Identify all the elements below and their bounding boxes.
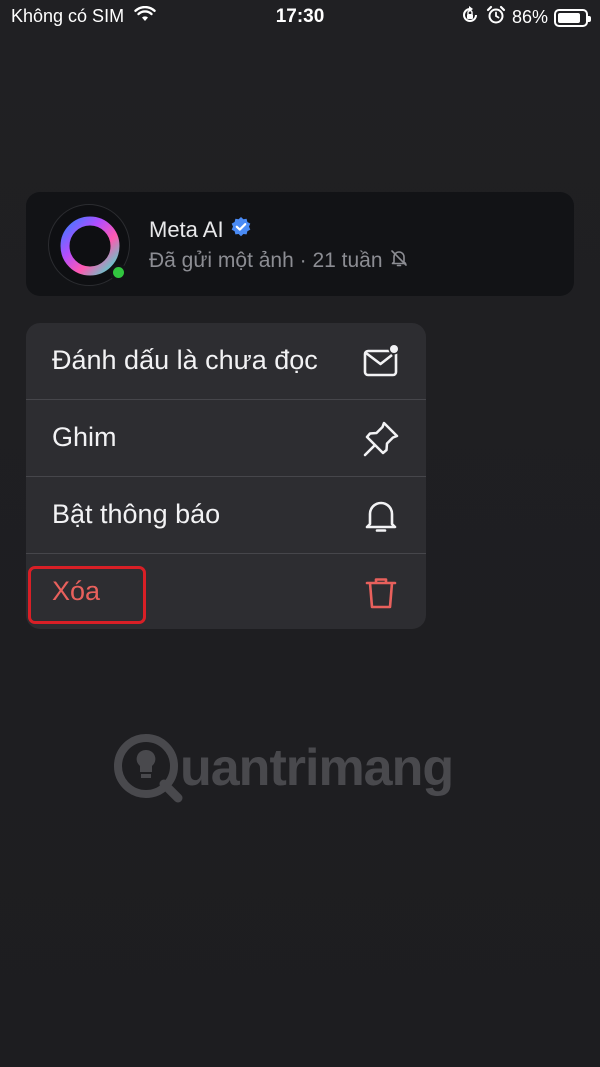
mail-unread-icon <box>362 343 400 381</box>
battery-fill <box>558 12 581 23</box>
bell-icon <box>362 497 400 535</box>
menu-item-enable-notifications[interactable]: Bật thông báo <box>26 477 426 554</box>
status-bar: Không có SIM 17:30 86% <box>0 0 600 34</box>
chat-name-row: Meta AI <box>149 216 252 243</box>
alarm-icon <box>486 5 506 30</box>
watermark-text: uantrimang <box>180 739 454 797</box>
battery-percent: 86% <box>511 7 548 27</box>
watermark: uantrimang <box>112 732 454 804</box>
chat-name: Meta AI <box>149 216 224 242</box>
chat-subtitle: Đã gửi một ảnh · 21 tuần <box>149 249 383 272</box>
menu-item-mark-unread[interactable]: Đánh dấu là chưa đọc <box>26 323 426 400</box>
battery-icon <box>554 8 591 27</box>
screen: Không có SIM 17:30 86% Meta AI Đã gửi mộ… <box>0 0 600 1067</box>
chat-subtitle-row: Đã gửi một ảnh · 21 tuần <box>149 248 409 274</box>
trash-icon <box>362 574 400 612</box>
bell-slash-icon <box>389 248 409 274</box>
pin-icon <box>362 420 400 458</box>
chat-preview-card[interactable]: Meta AI Đã gửi một ảnh · 21 tuần <box>26 192 574 296</box>
verified-badge-icon <box>230 216 252 243</box>
status-right: 86% <box>460 5 591 30</box>
menu-item-label: Bật thông báo <box>52 499 221 529</box>
menu-item-pin[interactable]: Ghim <box>26 400 426 477</box>
context-menu: Đánh dấu là chưa đọc Ghim Bật thông báo … <box>26 323 426 629</box>
menu-item-label: Xóa <box>52 576 101 606</box>
menu-item-label: Ghim <box>52 422 117 452</box>
online-status-dot <box>110 264 127 281</box>
menu-item-label: Đánh dấu là chưa đọc <box>52 345 318 375</box>
quantrimang-logo-icon <box>114 734 183 803</box>
menu-item-delete[interactable]: Xóa <box>26 554 426 629</box>
rotation-lock-icon <box>460 5 480 30</box>
